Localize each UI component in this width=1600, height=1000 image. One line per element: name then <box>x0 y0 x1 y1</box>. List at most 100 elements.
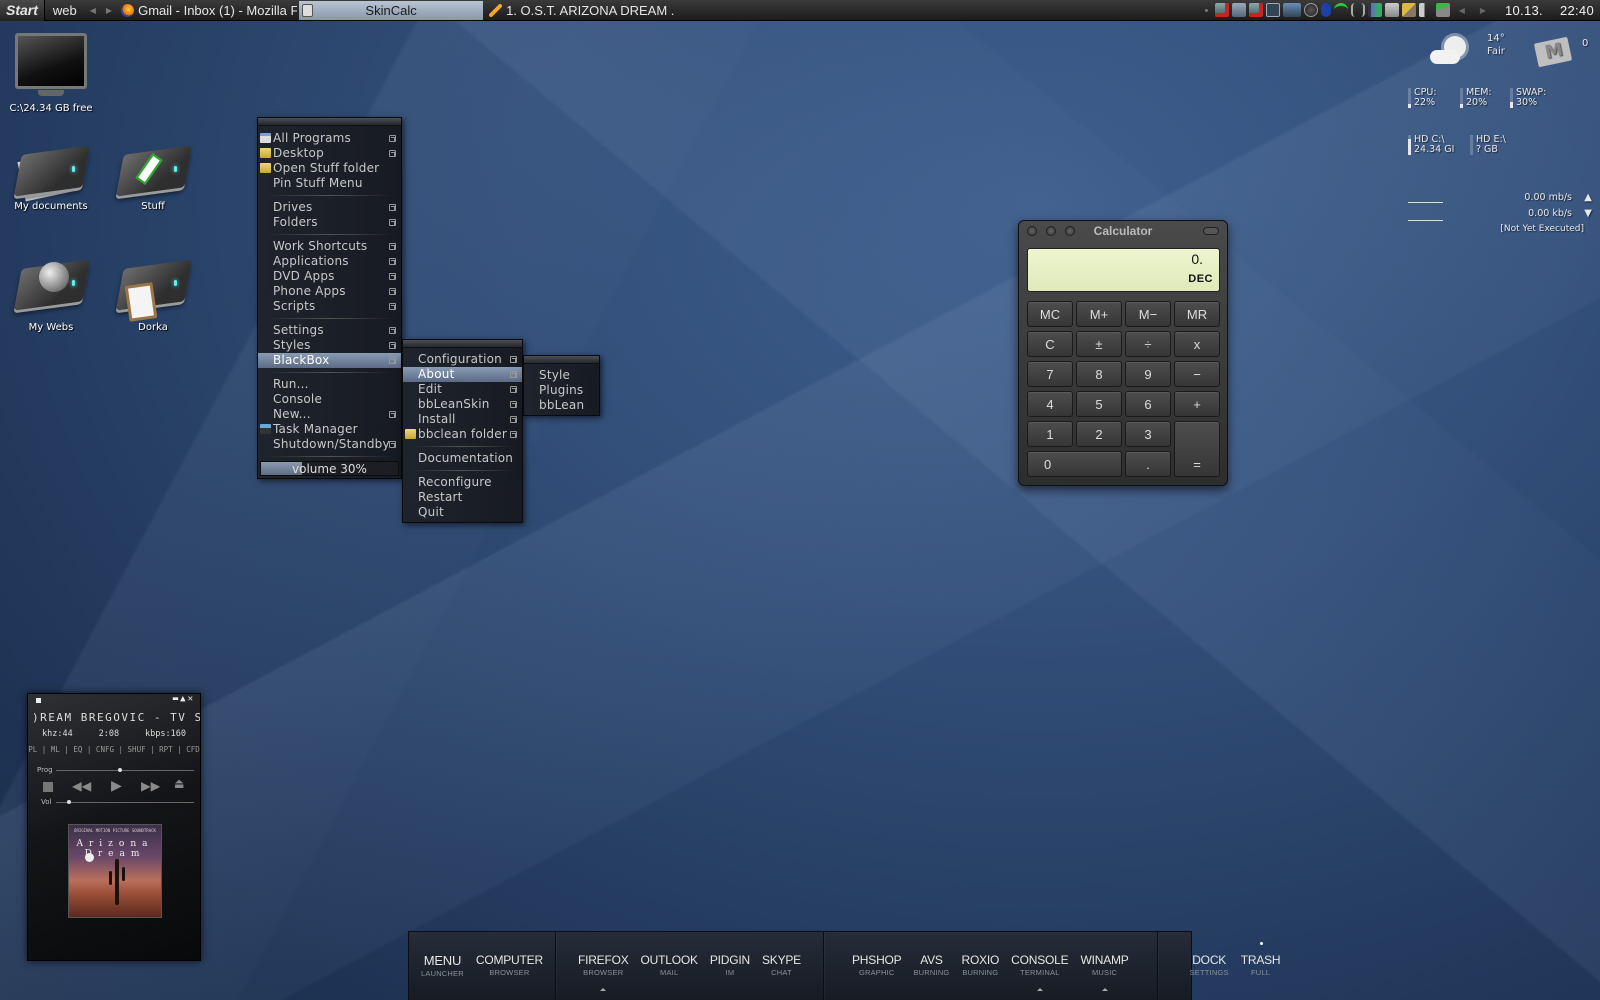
dock-item-outlook[interactable]: OUTLOOK MAIL <box>635 953 704 977</box>
network-disconnected-icon[interactable] <box>1248 3 1263 17</box>
flag-icon[interactable] <box>1367 3 1382 17</box>
network-icon[interactable] <box>1231 3 1246 17</box>
menu-item-styles[interactable]: Styles <box>258 338 401 353</box>
minimize-button[interactable] <box>1046 226 1056 236</box>
desktop-icon-dorka[interactable]: Dorka <box>103 254 203 333</box>
winamp-toggle-links[interactable]: PL | ML | EQ | CNFG | SHUF | RPT | CFD <box>28 739 200 754</box>
winamp-titlebar[interactable]: ▬▲✕ <box>28 694 200 706</box>
elapsed-time[interactable]: 2:08 <box>99 729 119 739</box>
dock-item-computer[interactable]: COMPUTER BROWSER <box>470 953 549 977</box>
menu-item-restart[interactable]: Restart <box>403 490 522 505</box>
close-icon[interactable]: ✕ <box>188 694 195 704</box>
pencil-icon[interactable] <box>1401 3 1416 17</box>
key-1[interactable]: 1 <box>1027 421 1073 447</box>
key-7[interactable]: 7 <box>1027 361 1073 387</box>
usb-icon[interactable] <box>1435 3 1450 17</box>
menu-title-bar[interactable] <box>524 356 599 364</box>
menu-item-blackbox[interactable]: BlackBox <box>258 353 401 368</box>
menu-item-bbleanskin[interactable]: bbLeanSkin <box>403 397 522 412</box>
menu-item-task-manager[interactable]: Task Manager <box>258 422 401 437</box>
key-divide[interactable]: ÷ <box>1125 331 1171 357</box>
key-0[interactable]: 0 <box>1027 451 1122 477</box>
console-icon[interactable] <box>1265 3 1280 17</box>
key-4[interactable]: 4 <box>1027 391 1073 417</box>
menu-item-plugins[interactable]: Plugins <box>524 383 599 398</box>
menu-item-open-stuff-folder[interactable]: Open Stuff folder <box>258 161 401 176</box>
volume-icon[interactable] <box>1418 3 1433 17</box>
tray-next-icon[interactable]: ▶ <box>1474 6 1492 15</box>
menu-item-work-shortcuts[interactable]: Work Shortcuts <box>258 239 401 254</box>
menu-item-new[interactable]: New... <box>258 407 401 422</box>
menu-item-phone-apps[interactable]: Phone Apps <box>258 284 401 299</box>
menu-item-pin-stuff-menu[interactable]: Pin Stuff Menu <box>258 176 401 191</box>
menu-item-reconfigure[interactable]: Reconfigure <box>403 475 522 490</box>
menu-item-style[interactable]: Style <box>524 368 599 383</box>
next-workspace-icon[interactable]: ▶ <box>101 6 117 15</box>
key-multiply[interactable]: x <box>1174 331 1220 357</box>
network-disconnected-icon[interactable] <box>1214 3 1229 17</box>
task-gmail-firefox[interactable]: Gmail - Inbox (1) - Mozilla Fir... <box>117 1 297 20</box>
dock-item-phshop[interactable]: PHSHOP GRAPHIC <box>846 953 907 977</box>
desktop-icon-my-documents[interactable]: My documents <box>1 140 101 212</box>
key-2[interactable]: 2 <box>1076 421 1122 447</box>
progress-knob[interactable] <box>118 768 123 772</box>
menu-item-drives[interactable]: Drives <box>258 200 401 215</box>
start-button[interactable]: Start <box>0 0 45 21</box>
key-8[interactable]: 8 <box>1076 361 1122 387</box>
stop-icon[interactable] <box>43 782 53 792</box>
display-icon[interactable] <box>1282 3 1301 17</box>
tray-prev-icon[interactable]: ◀ <box>1453 6 1471 15</box>
winamp-menu-icon[interactable] <box>36 698 41 703</box>
clock-time[interactable]: 22:40 <box>1560 3 1594 18</box>
menu-item-quit[interactable]: Quit <box>403 505 522 520</box>
play-icon[interactable]: ▶ <box>111 775 122 796</box>
previous-icon[interactable]: ◀◀ <box>72 776 91 795</box>
key-3[interactable]: 3 <box>1125 421 1171 447</box>
calculator-titlebar[interactable]: Calculator <box>1019 221 1227 241</box>
menu-item-settings[interactable]: Settings <box>258 323 401 338</box>
dock-item-pidgin[interactable]: PIDGIN IM <box>704 953 756 977</box>
key-plus-minus[interactable]: ± <box>1076 331 1122 357</box>
dock-item-dock[interactable]: DOCK SETTINGS <box>1184 953 1235 977</box>
task-winamp[interactable]: 1. O.S.T. ARIZONA DREAM ... <box>485 1 675 20</box>
shade-icon[interactable]: ▲ <box>180 694 187 704</box>
dock-item-skype[interactable]: SKYPE CHAT <box>756 953 807 977</box>
dock-item-avs[interactable]: AVS BURNING <box>907 953 955 977</box>
key-plus[interactable]: + <box>1174 391 1220 417</box>
task-skincalc[interactable]: SkinCalc <box>299 0 484 20</box>
antenna-icon[interactable] <box>1350 3 1365 17</box>
menu-item-applications[interactable]: Applications <box>258 254 401 269</box>
next-icon[interactable]: ▶▶ <box>141 776 160 795</box>
dock-item-roxio[interactable]: ROXIO BURNING <box>955 953 1005 977</box>
menu-item-about[interactable]: About <box>403 367 522 382</box>
close-button[interactable] <box>1027 226 1037 236</box>
desktop-icon-my-webs[interactable]: My Webs <box>1 254 101 333</box>
toolbar-toggle-button[interactable] <box>1203 227 1219 235</box>
bluetooth-icon[interactable] <box>1320 3 1331 17</box>
menu-item-run[interactable]: Run... <box>258 377 401 392</box>
volume-slider[interactable] <box>56 800 194 804</box>
key-6[interactable]: 6 <box>1125 391 1171 417</box>
key-minus[interactable]: − <box>1174 361 1220 387</box>
menu-item-scripts[interactable]: Scripts <box>258 299 401 314</box>
dock-item-winamp[interactable]: WINAMP MUSIC <box>1074 953 1134 991</box>
menu-item-folders[interactable]: Folders <box>258 215 401 230</box>
menu-item-bblean[interactable]: bbLean <box>524 398 599 413</box>
volume-slider[interactable]: volume 30% <box>260 461 399 476</box>
menu-item-shutdown-standby[interactable]: Shutdown/Standby <box>258 437 401 452</box>
key-mr[interactable]: MR <box>1174 301 1220 327</box>
key-c[interactable]: C <box>1027 331 1073 357</box>
volume-knob[interactable] <box>67 800 72 804</box>
menu-item-configuration[interactable]: Configuration <box>403 352 522 367</box>
key-5[interactable]: 5 <box>1076 391 1122 417</box>
menu-item-desktop[interactable]: Desktop <box>258 146 401 161</box>
menu-item-dvd-apps[interactable]: DVD Apps <box>258 269 401 284</box>
weather-widget[interactable]: 14° Fair <box>1487 32 1505 58</box>
menu-item-documentation[interactable]: Documentation <box>403 451 522 466</box>
menu-item-console[interactable]: Console <box>258 392 401 407</box>
prev-workspace-icon[interactable]: ◀ <box>85 6 101 15</box>
menu-item-bbclean-folder[interactable]: bbclean folder <box>403 427 522 442</box>
dock-item-trash[interactable]: TRASH FULL <box>1235 942 1287 977</box>
zoom-button[interactable] <box>1065 226 1075 236</box>
key-equals[interactable]: = <box>1174 421 1220 477</box>
